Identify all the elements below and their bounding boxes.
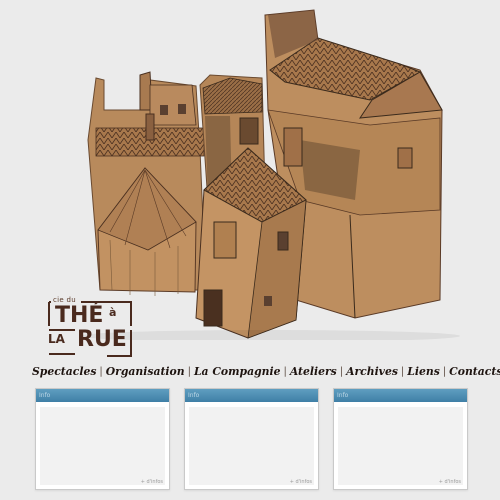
panel-header: Info xyxy=(185,389,318,402)
logo-word-la: LA xyxy=(48,332,65,346)
nav-item-la-compagnie[interactable]: La Compagnie xyxy=(194,365,280,378)
panel-body xyxy=(40,407,165,485)
nav-item-liens[interactable]: Liens xyxy=(407,365,440,378)
logo-word-rue: RUE xyxy=(77,327,127,352)
panel-header: Info xyxy=(36,389,169,402)
panel-header: Info xyxy=(334,389,467,402)
nav-separator: | xyxy=(339,365,344,377)
info-panel-2: Info + d'infos xyxy=(184,388,319,490)
panel-more-link[interactable]: + d'infos xyxy=(439,479,461,485)
nav-item-contacts[interactable]: Contacts xyxy=(449,365,500,378)
nav-separator: | xyxy=(442,365,447,377)
nav-separator: | xyxy=(400,365,405,377)
panel-body xyxy=(338,407,463,485)
nav-item-organisation[interactable]: Organisation xyxy=(106,365,185,378)
info-panel-3: Info + d'infos xyxy=(333,388,468,490)
info-panel-1: Info + d'infos xyxy=(35,388,170,490)
panel-more-link[interactable]: + d'infos xyxy=(290,479,312,485)
nav-separator: | xyxy=(99,365,103,377)
panel-body xyxy=(189,407,314,485)
logo-word-the: THÉ xyxy=(55,303,104,328)
nav-separator: | xyxy=(283,365,287,377)
main-nav: Spectacles | Organisation | La Compagnie… xyxy=(32,363,500,379)
nav-separator: | xyxy=(187,365,191,377)
hero-cardboard-houses-image xyxy=(80,9,460,340)
nav-item-archives[interactable]: Archives xyxy=(346,365,398,378)
nav-item-spectacles[interactable]: Spectacles xyxy=(32,365,96,378)
company-logo[interactable]: cie du THÉ à LA RUE xyxy=(47,296,133,360)
logo-word-a: à xyxy=(109,306,117,319)
panel-more-link[interactable]: + d'infos xyxy=(141,479,163,485)
nav-item-ateliers[interactable]: Ateliers xyxy=(290,365,337,378)
